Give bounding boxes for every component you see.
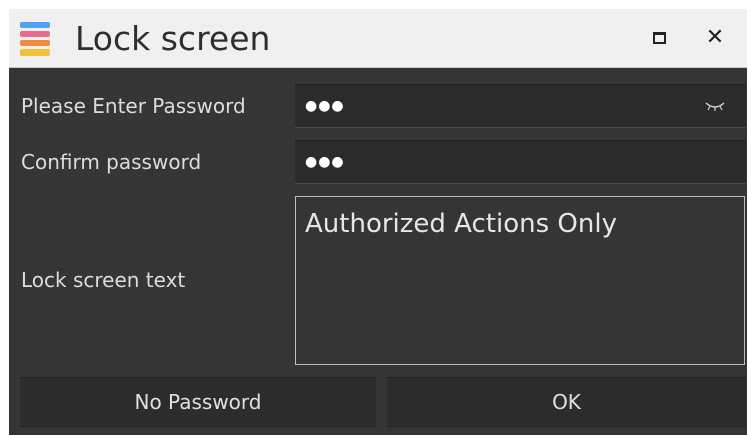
- password-value: ●●●: [305, 98, 345, 114]
- lock-screen-dialog: Lock screen ✕ Please Enter Password ●●● …: [9, 9, 747, 435]
- password-label: Please Enter Password: [21, 94, 246, 118]
- maximize-icon: [652, 32, 666, 44]
- ok-button[interactable]: OK: [387, 377, 746, 427]
- password-field[interactable]: ●●●: [295, 84, 746, 128]
- confirm-password-field[interactable]: ●●●: [295, 140, 746, 184]
- window-title: Lock screen: [75, 19, 271, 58]
- app-logo-icon: [20, 22, 50, 56]
- close-icon: ✕: [705, 25, 725, 50]
- no-password-button[interactable]: No Password: [20, 377, 376, 427]
- maximize-button[interactable]: [642, 23, 676, 53]
- lock-screen-text-label: Lock screen text: [21, 268, 186, 292]
- lock-screen-text-field[interactable]: Authorized Actions Only: [295, 196, 745, 365]
- close-button[interactable]: ✕: [698, 23, 732, 53]
- password-visibility-icon[interactable]: [704, 99, 726, 113]
- title-bar: Lock screen ✕: [9, 9, 747, 68]
- confirm-password-value: ●●●: [305, 154, 345, 170]
- lock-screen-text-value: Authorized Actions Only: [305, 209, 617, 239]
- confirm-password-label: Confirm password: [21, 150, 202, 174]
